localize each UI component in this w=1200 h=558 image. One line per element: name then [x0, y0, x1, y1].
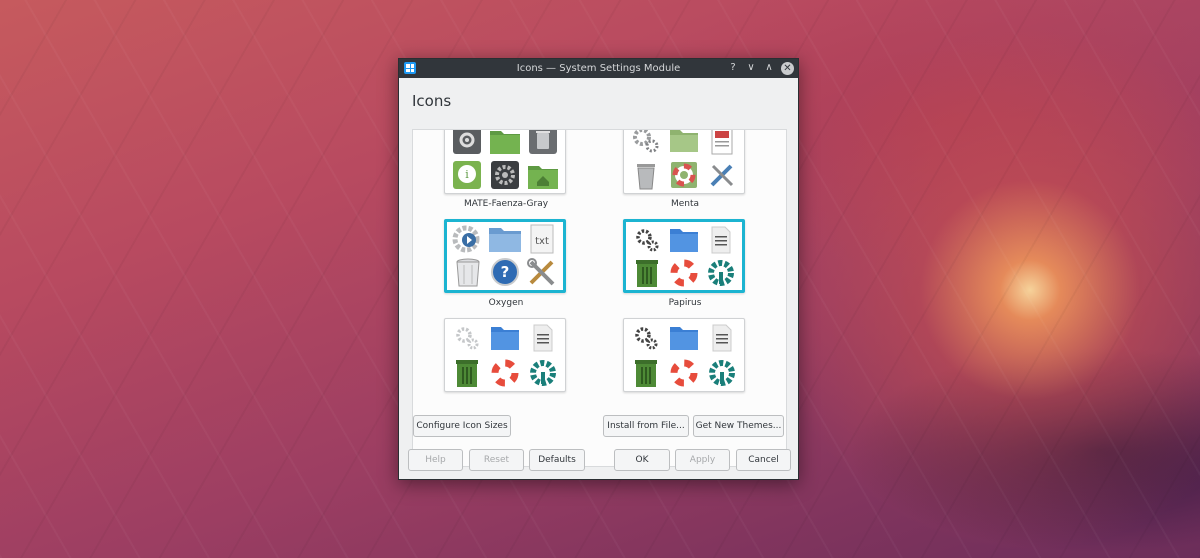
- help-icon: ?: [488, 256, 523, 288]
- document-icon: [703, 224, 738, 255]
- gears-icon: [628, 321, 664, 354]
- folder-icon: [487, 321, 523, 354]
- trash-icon: [451, 256, 486, 288]
- gears-icon: [628, 130, 664, 156]
- theme-name: MATE-Faenza-Gray: [463, 199, 549, 209]
- media-settings-icon: [451, 224, 486, 254]
- svg-text:?: ?: [501, 263, 510, 281]
- settings-icon: [704, 356, 740, 389]
- minimize-button[interactable]: ∨: [745, 61, 757, 75]
- defaults-button[interactable]: Defaults: [529, 449, 585, 471]
- theme-preview-selected: txt ?: [444, 219, 566, 293]
- theme-name: Menta: [670, 199, 700, 209]
- theme-preview: [623, 318, 745, 392]
- ok-button[interactable]: OK: [614, 449, 670, 471]
- tools-icon: [524, 256, 559, 288]
- lifebuoy-icon: [487, 356, 523, 389]
- home-folder-icon: [525, 158, 561, 191]
- folder-icon: [488, 224, 523, 254]
- settings-icon: [525, 356, 561, 389]
- settings-icon: [487, 158, 523, 191]
- text-file-icon: txt: [524, 224, 559, 254]
- document-icon: [704, 321, 740, 354]
- get-new-themes-button[interactable]: Get New Themes...: [693, 415, 784, 437]
- theme-preview: i: [444, 130, 566, 194]
- gears-icon: [630, 224, 665, 255]
- folder-icon: [666, 321, 702, 354]
- lifebuoy-icon: [667, 257, 702, 288]
- trash-icon: [525, 130, 561, 156]
- theme-oxygen[interactable]: txt ? Oxygen: [444, 219, 568, 308]
- document-icon: [525, 321, 561, 354]
- folder-icon: [487, 130, 523, 156]
- folder-icon: [667, 224, 702, 255]
- theme-preview-selected: [623, 219, 745, 293]
- lifebuoy-icon: [666, 356, 702, 389]
- apply-button[interactable]: Apply: [675, 449, 730, 471]
- theme-preview: [623, 130, 745, 194]
- theme-mate-faenza-gray[interactable]: i MATE-Faenza-Gray: [444, 130, 568, 209]
- svg-text:txt: txt: [535, 236, 549, 247]
- folder-icon: [666, 130, 702, 156]
- configure-icon-sizes-button[interactable]: Configure Icon Sizes: [413, 415, 511, 437]
- cancel-button[interactable]: Cancel: [736, 449, 791, 471]
- trash-icon: [628, 158, 664, 191]
- settings-dialog: Icons — System Settings Module ? ∨ ∧ ✕ I…: [398, 58, 799, 480]
- gears-icon: [449, 321, 485, 354]
- theme-item[interactable]: [623, 318, 747, 397]
- close-button[interactable]: ✕: [781, 61, 794, 75]
- trash-icon: [628, 356, 664, 389]
- document-icon: [704, 130, 740, 156]
- help-button[interactable]: Help: [408, 449, 463, 471]
- reset-button[interactable]: Reset: [469, 449, 524, 471]
- trash-icon: [630, 257, 665, 288]
- theme-papirus[interactable]: Papirus: [623, 219, 747, 308]
- gear-icon: [449, 130, 485, 156]
- svg-text:i: i: [465, 168, 469, 181]
- theme-preview: [444, 318, 566, 392]
- trash-icon: [449, 356, 485, 389]
- page-title: Icons: [412, 92, 452, 110]
- tools-icon: [704, 158, 740, 191]
- info-chat-icon: i: [449, 158, 485, 191]
- theme-name: Oxygen: [488, 298, 524, 308]
- title-bar[interactable]: Icons — System Settings Module ? ∨ ∧ ✕: [399, 59, 798, 78]
- install-from-file-button[interactable]: Install from File...: [603, 415, 689, 437]
- theme-item[interactable]: [444, 318, 568, 397]
- help-titlebar-button[interactable]: ?: [727, 61, 739, 75]
- theme-menta[interactable]: Menta: [623, 130, 747, 209]
- lifebuoy-icon: [666, 158, 702, 191]
- maximize-button[interactable]: ∧: [763, 61, 775, 75]
- theme-name: Papirus: [668, 298, 702, 308]
- settings-icon: [703, 257, 738, 288]
